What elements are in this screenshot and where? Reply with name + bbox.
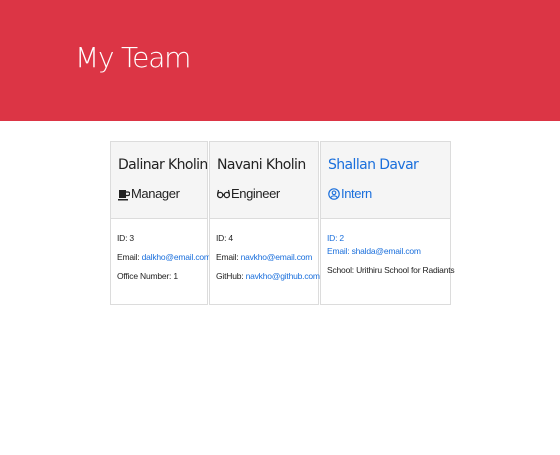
email-prefix: Email: — [327, 246, 352, 256]
role-label: Engineer — [231, 186, 280, 201]
office-number: Office Number: 1 — [117, 271, 178, 281]
employee-id: ID: 2 — [327, 233, 344, 243]
employee-id: ID: 4 — [216, 233, 233, 243]
employee-name: Shallan Davar — [328, 157, 419, 173]
card-header: Shallan Davar Intern — [321, 142, 450, 219]
employee-card-manager: Dalinar Kholin Manager ID: 3 Email: dalk… — [110, 141, 211, 305]
card-body: ID: 2 Email: shalda@email.com School: Ur… — [321, 219, 455, 275]
github-line: GitHub: navkho@github.com — [216, 271, 320, 281]
card-body: ID: 4 Email: navkho@email.com GitHub: na… — [210, 219, 320, 281]
employee-card-intern: Shallan Davar Intern ID: 2 Email: shalda… — [320, 141, 455, 305]
card-body: ID: 3 Email: dalkho@email.com Office Num… — [111, 219, 211, 281]
card-header: Navani Kholin Engineer — [210, 142, 318, 219]
employee-role: Manager — [118, 186, 207, 202]
email-link[interactable]: dalkho@email.com — [142, 252, 211, 262]
email-prefix: Email: — [216, 252, 241, 262]
email-link[interactable]: navkho@email.com — [241, 252, 313, 262]
user-circle-icon — [328, 188, 340, 200]
github-prefix: GitHub: — [216, 271, 246, 281]
glasses-icon — [217, 189, 230, 199]
header-banner: My Team — [0, 0, 560, 121]
employee-email: Email: shalda@email.com — [327, 246, 450, 256]
role-label: Intern — [341, 186, 372, 201]
role-label: Manager — [131, 186, 180, 201]
employee-card-engineer: Navani Kholin Engineer ID: 4 Email: navk… — [209, 141, 320, 305]
employee-email: Email: dalkho@email.com — [117, 252, 211, 262]
employee-email: Email: navkho@email.com — [216, 252, 318, 262]
employee-id: ID: 3 — [117, 233, 134, 243]
github-link[interactable]: navkho@github.com — [246, 271, 320, 281]
employee-name: Dalinar Kholin — [118, 157, 208, 173]
card-header: Dalinar Kholin Manager — [111, 142, 208, 219]
employee-name: Navani Kholin — [217, 157, 306, 173]
coffee-icon — [118, 189, 130, 200]
employee-role: Engineer — [217, 186, 318, 202]
employee-role: Intern — [328, 186, 450, 202]
email-prefix: Email: — [117, 252, 142, 262]
page-title: My Team — [75, 41, 191, 74]
school-line: School: Urithiru School for Radiants — [327, 265, 455, 275]
team-cards: Dalinar Kholin Manager ID: 3 Email: dalk… — [110, 141, 455, 305]
email-link[interactable]: shalda@email.com — [352, 246, 421, 256]
